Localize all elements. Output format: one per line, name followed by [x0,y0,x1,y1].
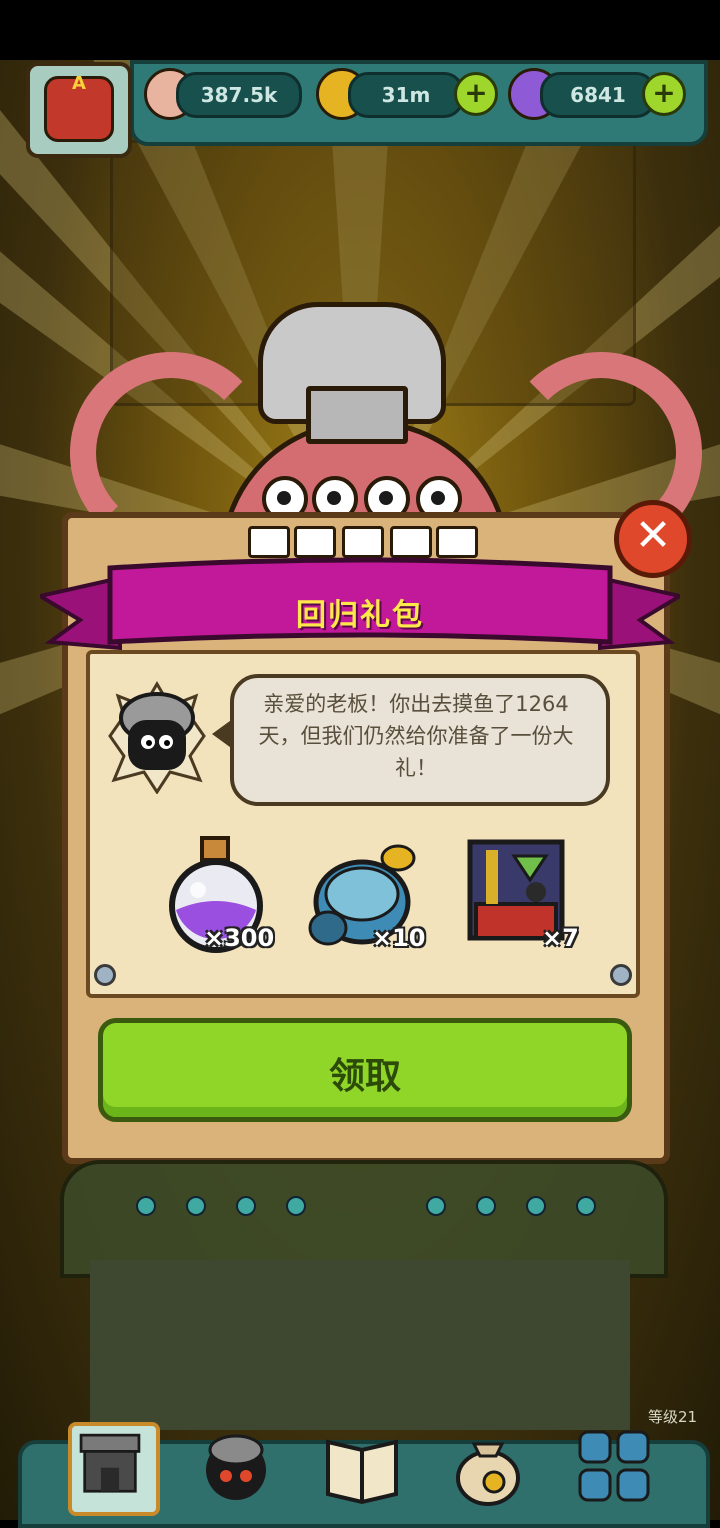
octopus-tooth [248,526,290,558]
potion-counter: 6841 [540,72,656,118]
shop-icon [79,1433,141,1493]
avatar-rank-letter: A [72,73,86,94]
money-bag-icon [456,1442,520,1506]
teal-gem [426,1196,446,1216]
teal-gem [576,1196,596,1216]
eyeball-counter: 387.5k [176,72,302,118]
teal-gem [236,1196,256,1216]
reward-quantity: ×300 [204,924,275,952]
teal-gem [476,1196,496,1216]
avatar-monster-icon: A [44,73,114,142]
monster-icon [206,1434,266,1500]
octopus-tooth [390,526,432,558]
octopus-tooth [294,526,336,558]
close-button[interactable]: ✕ [614,500,692,578]
claim-button-label: 领取 [328,1056,401,1097]
nav-grid-menu[interactable] [572,1422,656,1508]
nav-book[interactable] [320,1422,404,1508]
dialog-message: 亲爱的老板！你出去摸鱼了1264天，但我们仍然给你准备了一份大礼！ [258,692,574,780]
add-potion-button[interactable]: + [642,72,686,116]
reward-quantity: ×10 [372,924,426,952]
close-icon: ✕ [634,510,672,561]
eyeball-value: 387.5k [200,83,278,107]
rivet [610,964,632,986]
claim-button[interactable]: 领取 [98,1018,632,1122]
coin-value: 31m [381,83,431,107]
nav-shop[interactable] [68,1422,160,1516]
dialog-title: 回归礼包 [296,598,424,633]
rivet [94,964,116,986]
teal-gem [136,1196,156,1216]
nav-monsters[interactable] [194,1422,278,1508]
teal-gem [286,1196,306,1216]
grid-menu-icon [578,1430,650,1502]
nav-money-bag[interactable] [446,1422,530,1508]
black-monster-mascot-icon [108,681,206,794]
add-coin-button[interactable]: + [454,72,498,116]
teal-gem [526,1196,546,1216]
status-bar [0,0,720,60]
teal-gem [186,1196,206,1216]
octopus-tooth [436,526,478,558]
potion-value: 6841 [570,83,626,107]
vine-cellar [90,1260,630,1430]
octopus-tooth [342,526,384,558]
player-avatar[interactable]: A [26,62,132,158]
coin-counter: 31m [348,72,464,118]
book-icon [326,1439,398,1505]
reward-quantity: ×7 [542,924,579,952]
chef-hat-band [306,386,408,444]
